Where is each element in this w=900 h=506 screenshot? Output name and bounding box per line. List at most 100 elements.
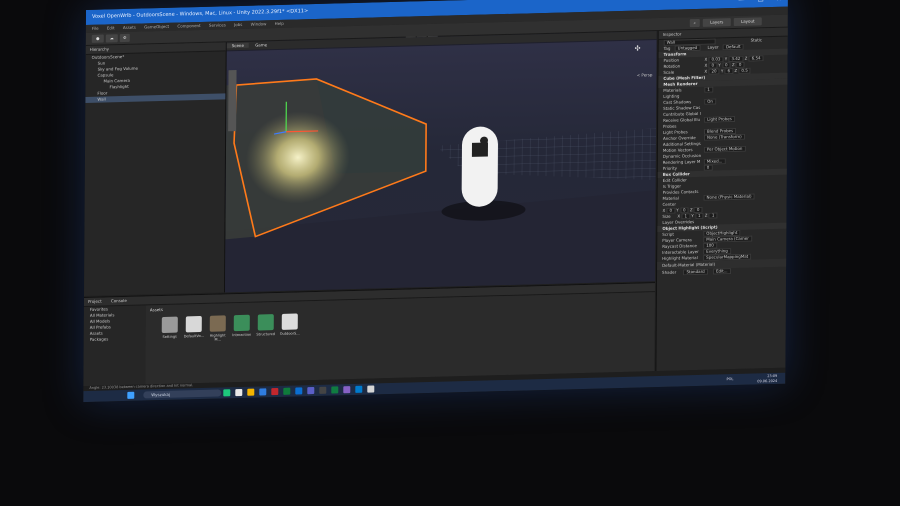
collider-property-label: Provides Contacts	[662, 188, 699, 195]
folder-icon[interactable]	[247, 388, 255, 396]
language-indicator[interactable]: POL	[726, 377, 733, 381]
menu-jobs[interactable]: Jobs	[234, 22, 242, 27]
asset-tile[interactable]: Settings	[160, 316, 180, 340]
renderer-property-label: Rendering Layer M	[662, 158, 701, 165]
window-title: Voxel OpenWrlb - OutdoorsScene - Windows…	[91, 8, 309, 20]
menu-gameobject[interactable]: GameObject	[144, 24, 169, 30]
asset-thumbnail-icon	[185, 315, 202, 333]
app-icon[interactable]	[307, 387, 315, 395]
persp-label[interactable]: < Persp	[637, 72, 653, 77]
menu-edit[interactable]: Edit	[107, 25, 115, 30]
asset-thumbnail-icon	[281, 313, 298, 330]
asset-tile[interactable]: OutdoorS...	[280, 313, 300, 336]
renderer-property-label: Additional Settings	[662, 140, 701, 147]
asset-label: OutdoorS...	[279, 331, 300, 336]
asset-label: Highlight M...	[209, 333, 226, 342]
taskbar-search[interactable]: Wyszukaj	[143, 389, 222, 399]
settings-icon[interactable]: ⚙	[119, 33, 130, 43]
script-property-label: Player Camera	[662, 237, 692, 243]
hierarchy-list: OutdoorsScene* Sun Sky and Fog Volume Capsu…	[85, 51, 226, 104]
tab-game[interactable]: Game	[250, 42, 272, 48]
layout-dropdown[interactable]: Layout	[733, 17, 762, 27]
start-icon[interactable]	[127, 391, 135, 399]
close-button[interactable]: ✕	[776, 0, 782, 3]
size-label: Size	[662, 213, 671, 219]
collider-property-label: Is Trigger	[662, 183, 682, 189]
renderer-property-label: Receive Global Illu	[663, 116, 701, 123]
orientation-gizmo[interactable]: ✣	[624, 44, 650, 71]
script-property-label: Interactable Layer	[662, 248, 699, 255]
monitor-screen: Voxel OpenWrlb - OutdoorsScene - Windows…	[83, 0, 788, 403]
asset-thumbnail-icon	[161, 316, 178, 334]
renderer-property-label: Priority	[662, 165, 678, 171]
tab-console[interactable]: Console	[111, 298, 127, 303]
layer-label: Layer	[707, 44, 719, 50]
scale-label: Scale	[663, 69, 675, 75]
asset-thumbnail-icon	[257, 314, 274, 331]
minimize-button[interactable]: —	[738, 0, 745, 4]
menu-assets[interactable]: Assets	[123, 25, 136, 30]
menu-help[interactable]: Help	[275, 21, 284, 26]
renderer-property-label: Light Probes	[663, 129, 688, 135]
menu-window[interactable]: Window	[251, 21, 267, 26]
collider-property-label: Material	[662, 195, 679, 201]
script-property-label: Raycast Distance	[662, 243, 697, 249]
rotation-label: Rotation	[663, 63, 681, 69]
menu-file[interactable]: File	[92, 26, 99, 31]
app-icon[interactable]	[235, 388, 243, 397]
renderer-property-label: Dynamic Occlusion	[662, 152, 702, 159]
shader-dropdown[interactable]: Standard	[683, 268, 708, 276]
vscode-icon[interactable]	[355, 385, 363, 393]
renderer-property-label: Cast Shadows	[663, 99, 692, 105]
asset-label: Structured	[256, 332, 275, 337]
folder-item[interactable]: Packages	[90, 335, 150, 343]
menu-services[interactable]: Services	[209, 22, 226, 27]
shader-label: Shader	[662, 269, 677, 275]
renderer-property-label: Contribute Global I	[663, 110, 701, 117]
menu-component[interactable]: Component	[177, 23, 200, 29]
asset-label: DefaultVo...	[183, 333, 205, 339]
scene-render	[224, 70, 657, 293]
renderer-property-label: Motion Vectors	[662, 147, 693, 153]
asset-tile[interactable]: Highlight M...	[208, 315, 228, 342]
layers-dropdown[interactable]: Layers	[702, 18, 731, 27]
mesh-renderer-rows: Materials 1 Lighting Cast Shadows On Static S…	[658, 85, 788, 172]
asset-label: Settings	[162, 334, 177, 340]
unity-icon[interactable]	[319, 386, 327, 394]
search-icon[interactable]: ⌕	[689, 18, 700, 28]
renderer-property-label: Anchor Override	[662, 135, 696, 141]
capsule-object	[461, 126, 498, 207]
app-icon[interactable]	[367, 385, 375, 393]
account-button[interactable]: ●	[91, 34, 104, 43]
app-icon[interactable]	[223, 389, 231, 397]
script-rows: Script ObjectHighlight Player Camera Main C…	[657, 229, 787, 262]
app-icon[interactable]	[343, 386, 351, 394]
system-clock[interactable]: 23:09 09.06.2024	[757, 374, 777, 384]
asset-tile[interactable]: Interaction	[232, 314, 252, 338]
assets-grid: Assets Settings DefaultVo... Highlight M..…	[145, 292, 655, 385]
asset-tile[interactable]: Structured	[256, 314, 276, 337]
asset-thumbnail-icon	[233, 314, 250, 332]
shader-edit-button[interactable]: Edit...	[712, 268, 731, 275]
renderer-property-label: Materials	[663, 87, 682, 93]
asset-thumbnail-icon	[209, 315, 226, 332]
asset-label: Interaction	[232, 332, 252, 338]
app-icon[interactable]	[283, 387, 291, 395]
collider-property-label: Center	[662, 201, 677, 207]
tab-project[interactable]: Project	[88, 299, 102, 304]
tag-label: Tag	[663, 45, 671, 51]
asset-tile[interactable]: DefaultVo...	[183, 315, 205, 339]
browser-icon[interactable]	[259, 388, 267, 396]
scene-viewport[interactable]: ✣ < Persp	[224, 40, 657, 293]
cloud-icon[interactable]: ☁	[105, 34, 118, 43]
tab-scene[interactable]: Scene	[226, 42, 249, 49]
scene-panel: Scene Game ✣ < Persp	[224, 31, 657, 293]
material-name: Default-Material (Material)	[662, 261, 716, 268]
box-collider-rows: Edit Collider Is Trigger Provides Contacts…	[657, 175, 787, 208]
renderer-property-label: Lighting	[663, 93, 680, 99]
app-icon[interactable]	[271, 387, 279, 396]
app-icon[interactable]	[331, 386, 339, 394]
maximize-button[interactable]: ☐	[758, 0, 764, 3]
app-icon[interactable]	[295, 387, 303, 395]
folder-tree: Favorites All Materials All Models All Pref…	[83, 305, 150, 386]
